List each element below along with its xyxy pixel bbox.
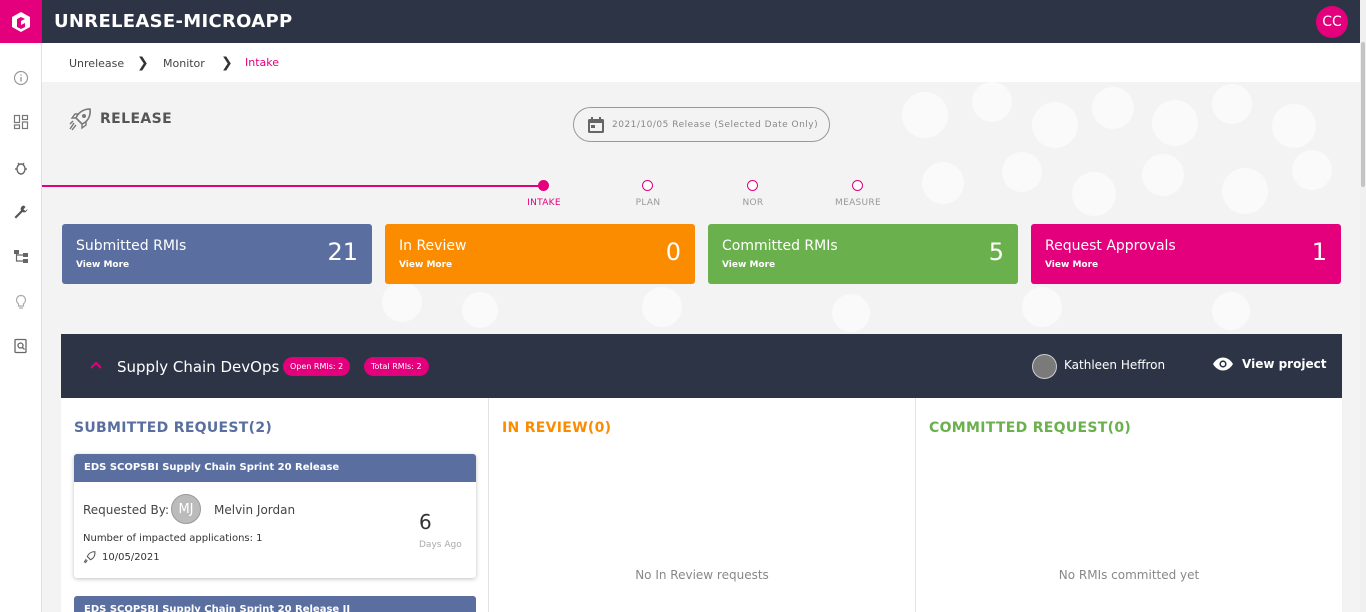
info-icon[interactable] — [12, 69, 30, 87]
requester-avatar: MJ — [171, 494, 201, 524]
rocket-icon — [69, 108, 91, 131]
release-date-selector[interactable]: 2021/10/05 Release (Selected Date Only) — [573, 107, 830, 142]
submitted-title: SUBMITTED REQUEST(2) — [74, 420, 273, 436]
step-dot-intake[interactable] — [538, 180, 549, 191]
view-more-link[interactable]: View More — [399, 260, 452, 270]
wrench-icon[interactable] — [12, 203, 30, 221]
release-header: RELEASE — [68, 106, 172, 132]
open-rmis-badge: Open RMIs: 2 — [283, 357, 351, 376]
app-logo[interactable] — [0, 0, 42, 43]
hierarchy-icon[interactable] — [12, 247, 30, 265]
step-label-nor[interactable]: NOR — [713, 198, 793, 208]
committed-column: COMMITTED REQUEST(0) No RMIs committed y… — [915, 398, 1342, 612]
request-card[interactable]: EDS SCOPSBI Supply Chain Sprint 20 Relea… — [74, 454, 476, 578]
bug-icon[interactable] — [12, 159, 30, 177]
stat-value: 5 — [988, 238, 1004, 266]
breadcrumb-monitor[interactable]: Monitor — [163, 57, 205, 70]
step-label-plan[interactable]: PLAN — [608, 198, 688, 208]
review-column: IN REVIEW(0) No In Review requests — [488, 398, 915, 612]
stat-title: Request Approvals — [1045, 238, 1176, 254]
chevron-up-icon[interactable] — [89, 358, 103, 372]
stepper-progress-line — [42, 185, 544, 187]
project-name: Supply Chain DevOps — [117, 358, 280, 376]
project-header: Supply Chain DevOps Open RMIs: 2 Total R… — [61, 334, 1342, 398]
breadcrumb-unrelease[interactable]: Unrelease — [69, 57, 124, 70]
step-dot-nor[interactable] — [747, 180, 758, 191]
stat-title: In Review — [399, 238, 467, 254]
impacted-applications: Number of impacted applications: 1 — [83, 533, 263, 544]
days-ago-value: 6 — [419, 510, 432, 534]
step-dot-plan[interactable] — [642, 180, 653, 191]
committed-title: COMMITTED REQUEST(0) — [929, 420, 1132, 436]
owner-avatar — [1032, 354, 1057, 379]
step-label-intake[interactable]: INTAKE — [504, 198, 584, 208]
review-empty-message: No In Review requests — [635, 568, 769, 582]
calendar-icon — [588, 116, 604, 133]
dashboard-icon[interactable] — [12, 113, 30, 131]
view-more-link[interactable]: View More — [722, 260, 775, 270]
chevron-right-icon: ❯ — [221, 55, 233, 71]
stat-value: 1 — [1311, 238, 1327, 266]
stat-card-approvals[interactable]: Request Approvals View More 1 — [1031, 224, 1341, 284]
stat-value: 0 — [665, 238, 681, 266]
chevron-right-icon: ❯ — [137, 55, 149, 71]
rocket-icon — [83, 551, 96, 564]
stat-card-submitted[interactable]: Submitted RMIs View More 21 — [62, 224, 372, 284]
stat-value: 21 — [327, 238, 358, 266]
sidebar — [0, 43, 42, 612]
view-more-link[interactable]: View More — [1045, 260, 1098, 270]
view-project-label: View project — [1242, 357, 1327, 371]
project-panel: Supply Chain DevOps Open RMIs: 2 Total R… — [61, 334, 1342, 612]
stat-title: Committed RMIs — [722, 238, 838, 254]
committed-empty-message: No RMIs committed yet — [1058, 568, 1200, 582]
logo-icon — [12, 11, 30, 32]
request-date: 10/05/2021 — [102, 551, 160, 563]
user-avatar[interactable]: CC — [1316, 6, 1348, 38]
step-label-measure[interactable]: MEASURE — [818, 198, 898, 208]
stat-card-in-review[interactable]: In Review View More 0 — [385, 224, 695, 284]
requested-by-label: Requested By: — [83, 503, 170, 517]
app-title: UNRELEASE-MICROAPP — [54, 11, 293, 32]
eye-icon — [1213, 357, 1233, 371]
breadcrumb: Unrelease ❯ Monitor ❯ Intake — [42, 43, 1360, 82]
step-dot-measure[interactable] — [852, 180, 863, 191]
scrollbar[interactable] — [1360, 0, 1366, 612]
days-ago-label: Days Ago — [419, 540, 462, 550]
request-date-row: 10/05/2021 — [83, 550, 160, 564]
total-rmis-badge: Total RMIs: 2 — [364, 357, 429, 376]
requester-name: Melvin Jordan — [214, 503, 296, 517]
stat-title: Submitted RMIs — [76, 238, 187, 254]
top-bar: UNRELEASE-MICROAPP CC — [0, 0, 1366, 43]
breadcrumb-intake: Intake — [245, 56, 280, 69]
view-more-link[interactable]: View More — [76, 260, 129, 270]
scrollbar-thumb[interactable] — [1361, 42, 1365, 187]
release-date-text: 2021/10/05 Release (Selected Date Only) — [612, 119, 819, 130]
document-search-icon[interactable] — [12, 337, 30, 355]
request-card-title[interactable]: EDS SCOPSBI Supply Chain Sprint 20 Relea… — [74, 454, 476, 482]
stat-card-committed[interactable]: Committed RMIs View More 5 — [708, 224, 1018, 284]
view-project-button[interactable]: View project — [1212, 357, 1326, 371]
release-title: RELEASE — [100, 111, 173, 127]
review-title: IN REVIEW(0) — [502, 420, 612, 436]
owner-name: Kathleen Heffron — [1064, 358, 1166, 372]
lightbulb-icon[interactable] — [12, 293, 30, 311]
request-card-2-title[interactable]: EDS SCOPSBI Supply Chain Sprint 20 Relea… — [74, 596, 476, 612]
